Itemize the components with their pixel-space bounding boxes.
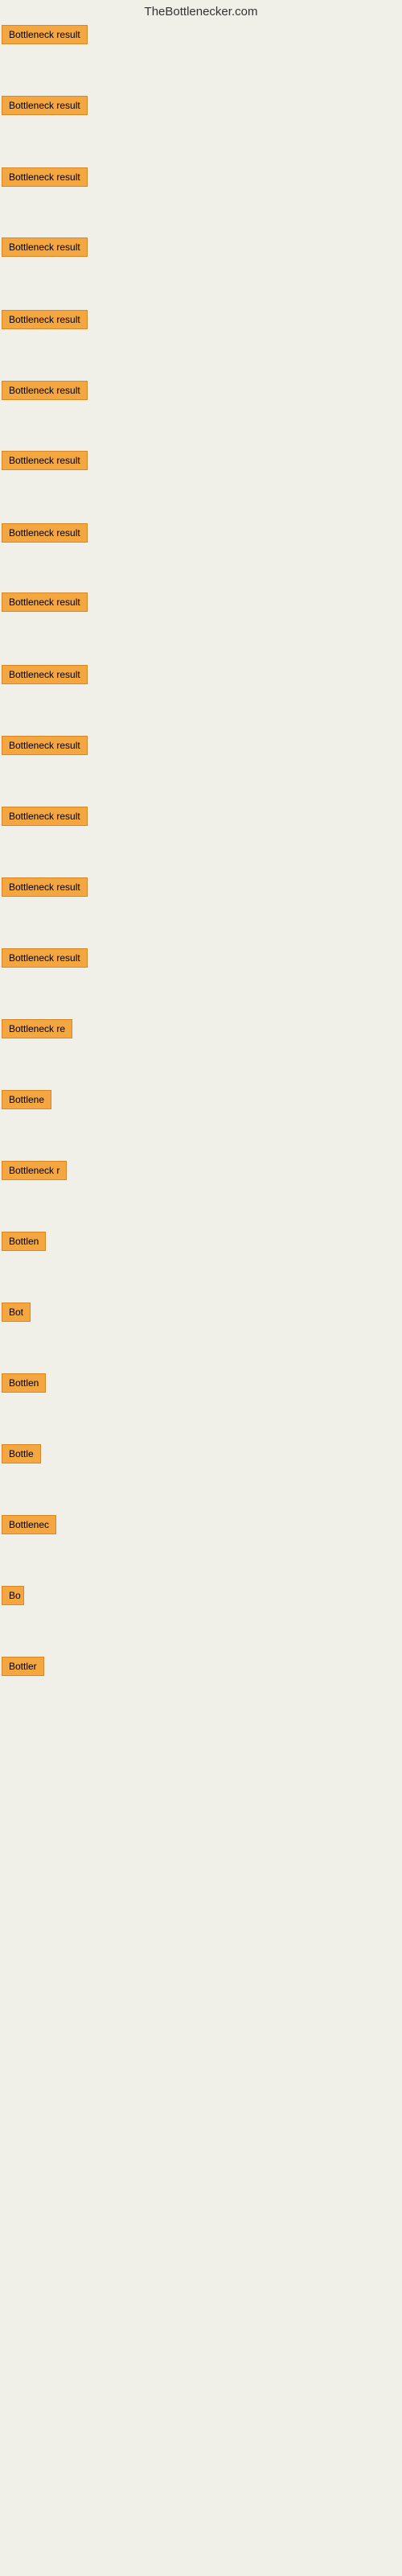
bottleneck-badge-17[interactable]: Bottleneck r — [2, 1161, 67, 1180]
site-title: TheBottlenecker.com — [0, 0, 402, 22]
bottleneck-section-1: Bottleneck result — [0, 22, 402, 52]
bottleneck-badge-16[interactable]: Bottlene — [2, 1090, 51, 1109]
bottleneck-badge-13[interactable]: Bottleneck result — [2, 877, 88, 897]
bottleneck-section-22: Bottlenec — [0, 1512, 402, 1542]
bottleneck-badge-11[interactable]: Bottleneck result — [2, 736, 88, 755]
bottleneck-badge-15[interactable]: Bottleneck re — [2, 1019, 72, 1038]
bottleneck-badge-22[interactable]: Bottlenec — [2, 1515, 56, 1534]
bottleneck-badge-19[interactable]: Bot — [2, 1302, 31, 1322]
bottleneck-badge-7[interactable]: Bottleneck result — [2, 451, 88, 470]
bottleneck-badge-12[interactable]: Bottleneck result — [2, 807, 88, 826]
bottleneck-section-18: Bottlen — [0, 1228, 402, 1258]
bottleneck-section-9: Bottleneck result — [0, 589, 402, 619]
bottleneck-badge-20[interactable]: Bottlen — [2, 1373, 46, 1393]
bottleneck-section-5: Bottleneck result — [0, 307, 402, 336]
bottleneck-badge-3[interactable]: Bottleneck result — [2, 167, 88, 187]
bottleneck-badge-21[interactable]: Bottle — [2, 1444, 41, 1463]
bottleneck-section-14: Bottleneck result — [0, 945, 402, 975]
bottleneck-section-7: Bottleneck result — [0, 448, 402, 477]
bottleneck-section-10: Bottleneck result — [0, 662, 402, 691]
bottleneck-badge-14[interactable]: Bottleneck result — [2, 948, 88, 968]
bottleneck-section-12: Bottleneck result — [0, 803, 402, 833]
bottleneck-section-24: Bottler — [0, 1653, 402, 1683]
bottleneck-section-2: Bottleneck result — [0, 93, 402, 122]
bottleneck-badge-6[interactable]: Bottleneck result — [2, 381, 88, 400]
bottleneck-badge-23[interactable]: Bo — [2, 1586, 24, 1605]
bottleneck-badge-9[interactable]: Bottleneck result — [2, 592, 88, 612]
bottleneck-section-16: Bottlene — [0, 1087, 402, 1117]
bottleneck-badge-5[interactable]: Bottleneck result — [2, 310, 88, 329]
bottleneck-section-8: Bottleneck result — [0, 520, 402, 550]
bottleneck-section-4: Bottleneck result — [0, 234, 402, 264]
bottleneck-section-17: Bottleneck r — [0, 1158, 402, 1187]
bottleneck-badge-10[interactable]: Bottleneck result — [2, 665, 88, 684]
bottleneck-section-20: Bottlen — [0, 1370, 402, 1400]
bottleneck-badge-24[interactable]: Bottler — [2, 1657, 44, 1676]
bottleneck-badge-18[interactable]: Bottlen — [2, 1232, 46, 1251]
bottleneck-section-15: Bottleneck re — [0, 1016, 402, 1046]
bottleneck-section-23: Bo — [0, 1583, 402, 1612]
bottleneck-badge-2[interactable]: Bottleneck result — [2, 96, 88, 115]
bottleneck-badge-1[interactable]: Bottleneck result — [2, 25, 88, 44]
bottleneck-section-13: Bottleneck result — [0, 874, 402, 904]
bottleneck-section-21: Bottle — [0, 1441, 402, 1471]
bottleneck-badge-8[interactable]: Bottleneck result — [2, 523, 88, 543]
bottleneck-section-11: Bottleneck result — [0, 733, 402, 762]
bottleneck-section-3: Bottleneck result — [0, 164, 402, 194]
bottleneck-section-6: Bottleneck result — [0, 378, 402, 407]
bottleneck-section-19: Bot — [0, 1299, 402, 1329]
bottleneck-badge-4[interactable]: Bottleneck result — [2, 237, 88, 257]
items-container: Bottleneck result Bottleneck result Bottle… — [0, 22, 402, 1793]
